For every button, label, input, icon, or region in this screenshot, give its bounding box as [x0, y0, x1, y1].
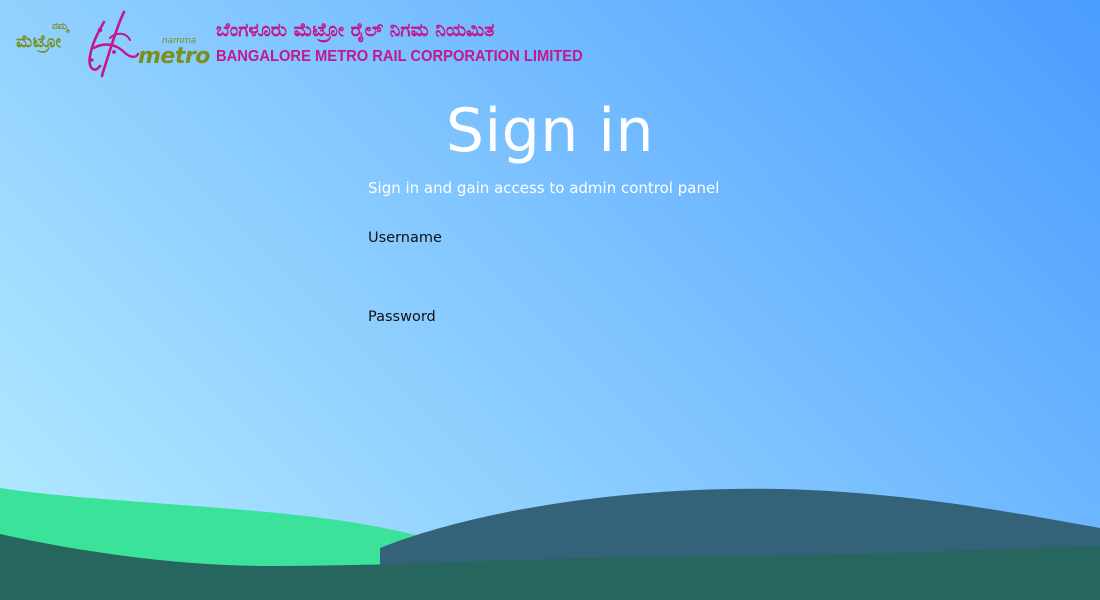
username-input[interactable]	[368, 252, 732, 286]
org-name-english: BANGALORE METRO RAIL CORPORATION LIMITED	[216, 48, 583, 65]
logo-metro-text: metro	[138, 44, 210, 69]
password-input[interactable]	[368, 331, 732, 365]
organization-name: ಬೆಂಗಳೂರು ಮೆಟ್ರೋ ರೈಲ್ ನಿಗಮ ನಿಯಮಿತ BANGALO…	[216, 8, 602, 66]
signin-form: Username Password	[368, 228, 732, 386]
page-subtitle: Sign in and gain access to admin control…	[368, 179, 720, 197]
page-title: Sign in	[445, 96, 655, 166]
username-label: Username	[368, 230, 442, 246]
logo-kannada-big: ಮೆಟ್ರೋ	[16, 32, 62, 52]
logo-kannada-small: ನಮ್ಮ	[52, 21, 69, 32]
org-name-kannada: ಬೆಂಗಳೂರು ಮೆಟ್ರೋ ರೈಲ್ ನಿಗಮ ನಿಯಮಿತ	[216, 19, 495, 41]
header: ನಮ್ಮ ಮೆಟ್ರೋ namma metro ಬೆಂಗಳೂರು ಮೆಟ್ರೋ …	[14, 8, 602, 80]
namma-metro-logo: ನಮ್ಮ ಮೆಟ್ರೋ namma metro	[14, 8, 210, 80]
password-label: Password	[368, 309, 436, 325]
metro-swirl-icon	[88, 10, 140, 78]
decorative-waves	[0, 488, 1100, 600]
